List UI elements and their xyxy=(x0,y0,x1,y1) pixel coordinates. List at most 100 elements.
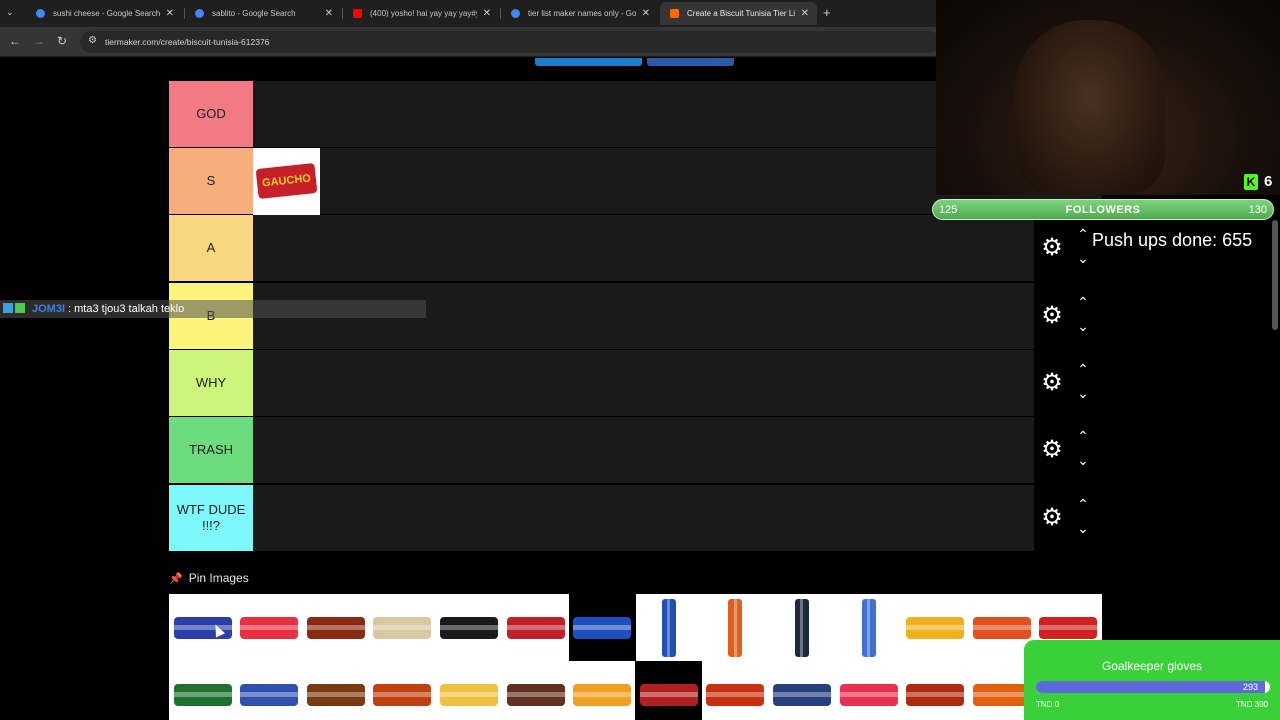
close-tab-icon[interactable]: ✕ xyxy=(483,8,491,19)
biscuit-pack-image xyxy=(173,683,232,706)
close-tab-icon[interactable]: ✕ xyxy=(801,8,809,19)
tiermaker-favicon-icon xyxy=(670,9,679,18)
pool-image[interactable] xyxy=(569,661,636,720)
pool-image[interactable] xyxy=(302,594,369,661)
biscuit-pack-image xyxy=(906,683,965,706)
biscuit-pack-image xyxy=(506,616,565,639)
pool-image[interactable] xyxy=(702,661,769,720)
google-favicon-icon xyxy=(511,9,520,18)
close-tab-icon[interactable]: ✕ xyxy=(325,8,333,19)
site-info-icon[interactable]: ⚙ xyxy=(88,35,97,46)
tier-row-a: A ⚙ ⌃ ⌄ xyxy=(169,215,1102,282)
new-tab-button[interactable]: + xyxy=(823,5,831,20)
pool-image[interactable] xyxy=(236,594,303,661)
forward-button[interactable]: → xyxy=(33,34,45,48)
pool-image[interactable] xyxy=(435,661,502,720)
gear-icon[interactable]: ⚙ xyxy=(1039,235,1065,261)
tier-label[interactable]: A xyxy=(169,215,253,281)
badge-icon xyxy=(15,303,25,313)
gear-icon[interactable]: ⚙ xyxy=(1039,437,1065,463)
gear-icon[interactable]: ⚙ xyxy=(1039,370,1065,396)
tier-row-wtf-dude: WTF DUDE !!!? ⚙ ⌃ ⌄ xyxy=(169,485,1102,552)
badge-icon xyxy=(3,303,13,313)
followers-label: FOLLOWERS xyxy=(1065,204,1141,216)
tab-title: sablito - Google Search xyxy=(212,9,296,18)
pool-image[interactable] xyxy=(502,594,569,661)
tier-label[interactable]: S xyxy=(169,148,253,214)
tab-title: (400) yosho! hai yay yay yay#yos xyxy=(370,9,477,18)
tab-tier-list-maker[interactable]: tier list maker names only - Goo ✕ xyxy=(501,2,658,25)
tab-youtube[interactable]: (400) yosho! hai yay yay yay#yos ✕ xyxy=(343,2,499,25)
donation-goal: Goalkeeper gloves 293 TND 0 TND 300 xyxy=(1024,640,1280,720)
close-tab-icon[interactable]: ✕ xyxy=(642,8,650,19)
pool-image[interactable] xyxy=(835,661,902,720)
tier-controls: ⚙ ⌃ ⌄ xyxy=(1034,485,1102,551)
pool-image[interactable] xyxy=(902,594,969,661)
page-scrollbar[interactable] xyxy=(1272,220,1278,330)
biscuit-pack-label: GAUCHO xyxy=(261,172,312,190)
move-up-icon[interactable]: ⌃ xyxy=(1074,362,1092,376)
tab-title: sushi cheese - Google Search xyxy=(53,9,160,18)
close-tab-icon[interactable]: ✕ xyxy=(166,8,174,19)
streamer-silhouette xyxy=(1015,20,1165,195)
pool-image[interactable] xyxy=(702,594,769,661)
url-text[interactable]: tiermaker.com/create/biscuit-tunisia-612… xyxy=(105,37,269,47)
followers-goal-bar: 125 FOLLOWERS 130 xyxy=(932,199,1274,220)
tab-sablito[interactable]: sablito - Google Search ✕ xyxy=(185,2,341,25)
biscuit-pack-image xyxy=(573,683,632,706)
move-down-icon[interactable]: ⌄ xyxy=(1074,386,1092,400)
tier-label[interactable]: GOD xyxy=(169,81,253,147)
reload-button[interactable]: ↻ xyxy=(57,34,67,48)
goal-value: 293 xyxy=(1242,682,1258,692)
tier-label[interactable]: WTF DUDE !!!? xyxy=(169,485,253,551)
biscuit-pack-image xyxy=(1039,616,1098,639)
tier-label[interactable]: WHY xyxy=(169,350,253,416)
pin-icon: 📌 xyxy=(169,572,183,585)
chat-message: JOM3I : mta3 tjou3 talkah teklo xyxy=(0,300,426,318)
pool-image[interactable] xyxy=(635,661,703,720)
pool-image[interactable] xyxy=(768,661,835,720)
pool-image[interactable] xyxy=(236,661,303,720)
pool-image[interactable] xyxy=(768,594,835,661)
download-button[interactable] xyxy=(647,58,734,66)
tab-search-icon[interactable]: ⌄ xyxy=(6,7,14,18)
pool-image[interactable] xyxy=(169,594,236,661)
pool-image[interactable] xyxy=(369,661,436,720)
biscuit-pack-image xyxy=(306,683,365,706)
pool-image[interactable] xyxy=(635,594,702,661)
tier-item-gaucho[interactable]: GAUCHO xyxy=(253,148,320,215)
move-up-icon[interactable]: ⌃ xyxy=(1074,227,1092,241)
tab-title: Create a Biscuit Tunisia Tier List xyxy=(687,9,795,18)
pool-image[interactable] xyxy=(369,594,436,661)
move-down-icon[interactable]: ⌄ xyxy=(1074,319,1092,333)
move-down-icon[interactable]: ⌄ xyxy=(1074,521,1092,535)
tier-controls: ⚙ ⌃ ⌄ xyxy=(1034,417,1102,483)
tab-sushi-cheese[interactable]: sushi cheese - Google Search ✕ xyxy=(26,2,182,25)
pool-image[interactable] xyxy=(435,594,502,661)
goal-max: TND 300 xyxy=(1235,700,1268,709)
pool-image[interactable] xyxy=(502,661,569,720)
google-favicon-icon xyxy=(36,9,45,18)
biscuit-pack-image xyxy=(706,683,765,706)
tab-biscuit-tunisia[interactable]: Create a Biscuit Tunisia Tier List ✕ xyxy=(660,2,817,25)
pool-image[interactable] xyxy=(568,594,636,661)
gear-icon[interactable]: ⚙ xyxy=(1039,505,1065,531)
back-button[interactable]: ← xyxy=(9,34,21,48)
move-up-icon[interactable]: ⌃ xyxy=(1074,429,1092,443)
move-down-icon[interactable]: ⌄ xyxy=(1074,251,1092,265)
tier-label[interactable]: TRASH xyxy=(169,417,253,483)
screen: ⌄ sushi cheese - Google Search ✕ sablito… xyxy=(0,0,1280,720)
pin-images-toggle[interactable]: 📌 Pin Images xyxy=(169,570,249,586)
pool-image[interactable] xyxy=(302,661,369,720)
biscuit-pack-image xyxy=(373,616,432,639)
gear-icon[interactable]: ⚙ xyxy=(1039,303,1065,329)
move-up-icon[interactable]: ⌃ xyxy=(1074,295,1092,309)
move-up-icon[interactable]: ⌃ xyxy=(1074,497,1092,511)
url-field[interactable]: ⚙ tiermaker.com/create/biscuit-tunisia-6… xyxy=(80,31,940,53)
pool-image[interactable] xyxy=(835,594,902,661)
pool-image[interactable] xyxy=(169,661,236,720)
move-down-icon[interactable]: ⌄ xyxy=(1074,453,1092,467)
tier-row-trash: TRASH ⚙ ⌃ ⌄ xyxy=(169,417,1102,484)
pool-image[interactable] xyxy=(902,661,969,720)
save-button[interactable] xyxy=(535,58,642,66)
